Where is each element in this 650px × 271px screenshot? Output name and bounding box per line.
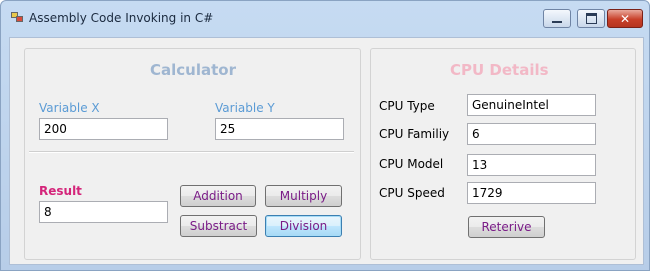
cpu-family-label: CPU Familiy <box>379 127 450 141</box>
title-bar[interactable]: Assembly Code Invoking in C# ✕ <box>1 1 649 33</box>
cpu-details-group: CPU Details CPU Type GenuineIntel CPU Fa… <box>370 48 636 260</box>
maximize-icon <box>585 13 597 24</box>
cpu-family-field[interactable]: 6 <box>467 123 596 145</box>
close-icon: ✕ <box>619 11 631 26</box>
cpu-model-label: CPU Model <box>379 157 444 171</box>
cpu-speed-field[interactable]: 1729 <box>467 182 596 204</box>
cpu-type-label: CPU Type <box>379 99 435 113</box>
variable-y-input[interactable]: 25 <box>215 118 344 140</box>
result-label: Result <box>39 184 82 198</box>
app-icon <box>11 12 23 22</box>
minimize-icon <box>552 20 562 23</box>
cpu-speed-label: CPU Speed <box>379 186 445 200</box>
cpu-details-heading: CPU Details <box>450 61 549 79</box>
calculator-group: Calculator Variable X 200 Variable Y 25 … <box>24 48 361 260</box>
retrieve-button[interactable]: Reterive <box>468 216 545 238</box>
division-button[interactable]: Division <box>265 215 342 237</box>
client-area: Calculator Variable X 200 Variable Y 25 … <box>9 37 644 265</box>
variable-x-label: Variable X <box>39 101 100 115</box>
minimize-button[interactable] <box>543 9 571 28</box>
close-button[interactable]: ✕ <box>607 9 643 28</box>
cpu-type-field[interactable]: GenuineIntel <box>467 94 596 116</box>
subtract-button[interactable]: Substract <box>180 215 257 237</box>
result-output[interactable]: 8 <box>39 201 168 223</box>
app-window: Assembly Code Invoking in C# ✕ Calculato… <box>0 0 650 271</box>
variable-x-input[interactable]: 200 <box>39 118 168 140</box>
multiply-button[interactable]: Multiply <box>265 185 342 207</box>
calculator-heading: Calculator <box>150 61 236 79</box>
addition-button[interactable]: Addition <box>180 185 256 207</box>
divider <box>29 151 354 153</box>
variable-y-label: Variable Y <box>215 101 275 115</box>
window-title: Assembly Code Invoking in C# <box>29 11 214 25</box>
cpu-model-field[interactable]: 13 <box>467 154 596 176</box>
maximize-button[interactable] <box>577 9 605 28</box>
